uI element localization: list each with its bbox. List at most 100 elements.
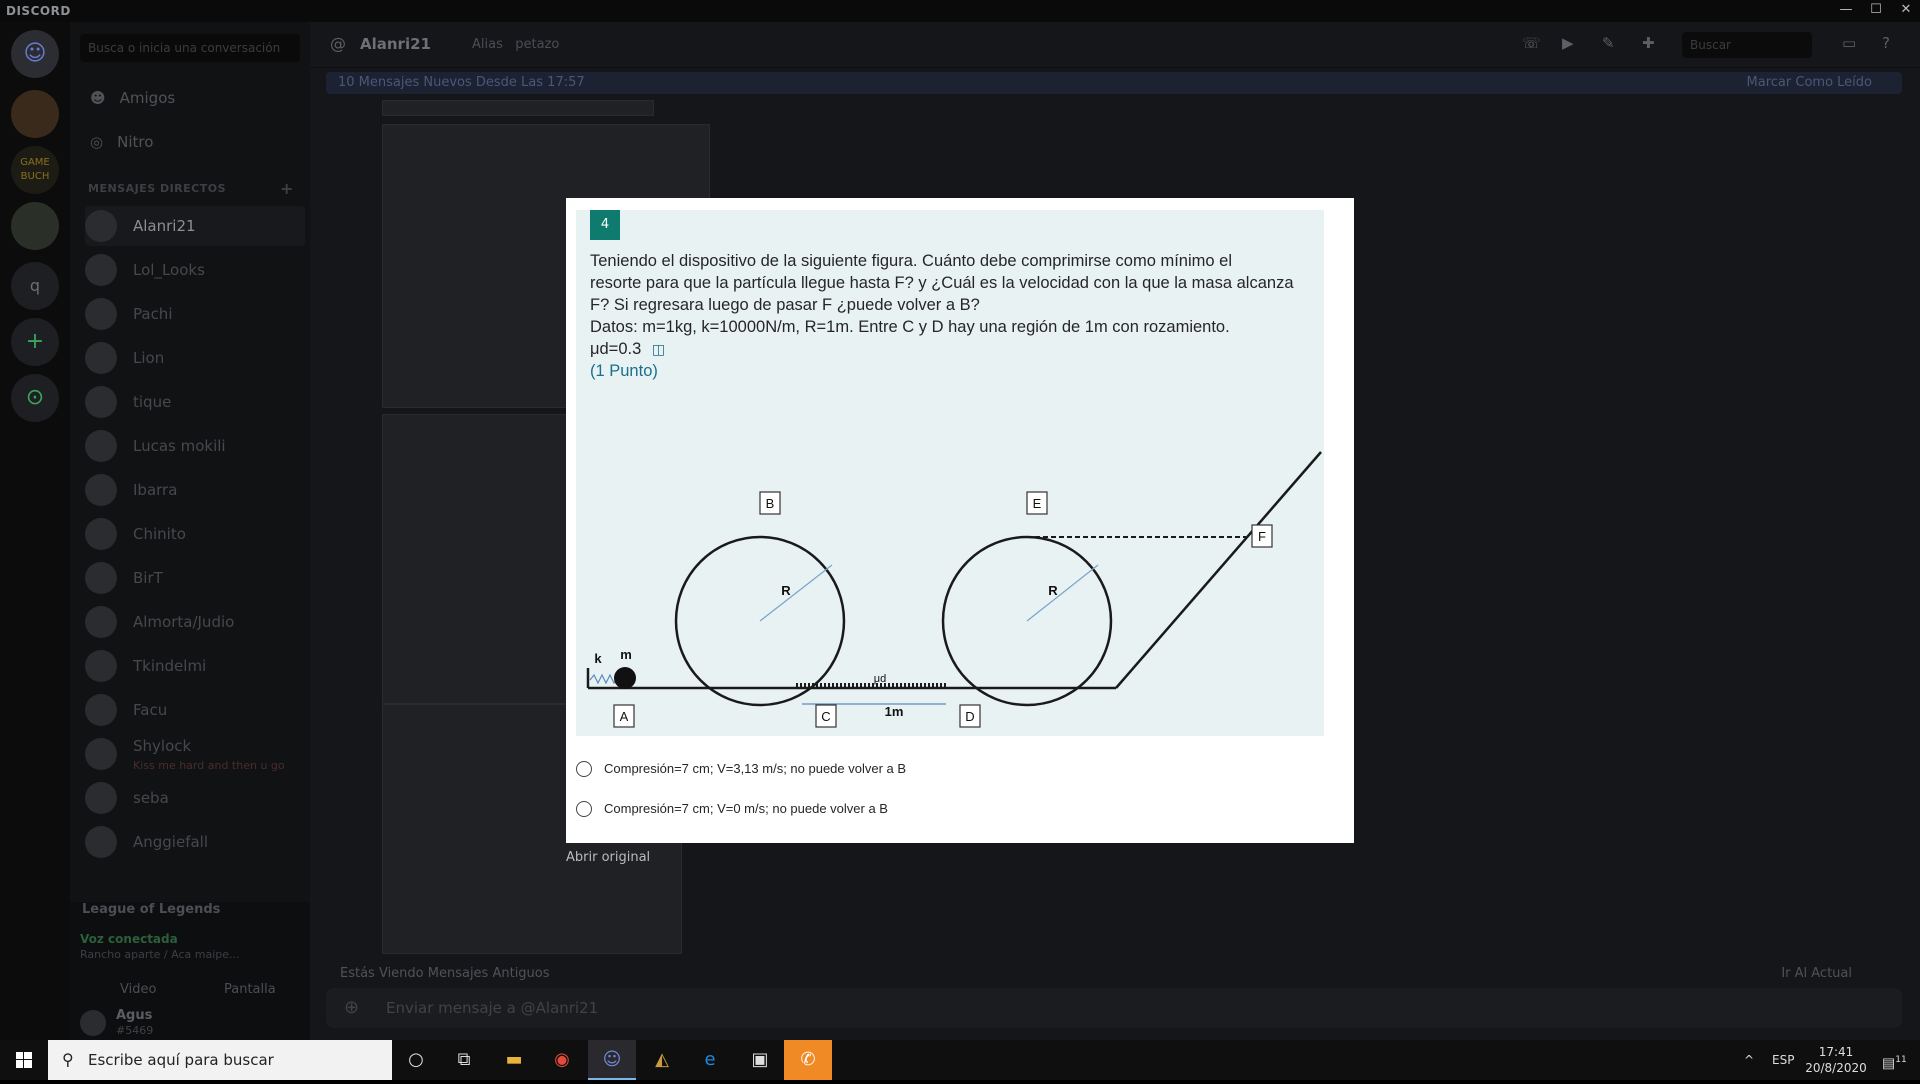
point-label-e: E (1033, 496, 1042, 511)
dm-item[interactable]: Almorta/Judio (85, 602, 305, 642)
home-discord-icon[interactable]: ☺ (11, 30, 59, 78)
avatar (85, 782, 117, 814)
task-view-icon[interactable]: ⧉ (440, 1040, 488, 1080)
friends-nav[interactable]: ☻ Amigos (90, 80, 175, 116)
mark-read-button[interactable]: Marcar Como Leído (1747, 72, 1872, 94)
dm-name: Tkindelmi (133, 657, 207, 675)
at-icon: @ (330, 34, 346, 53)
voice-channel[interactable]: Rancho aparte / Aca maipe... (80, 948, 240, 961)
start-button[interactable] (0, 1040, 48, 1080)
clock-date: 20/8/2020 (1805, 1061, 1867, 1075)
video-call-icon[interactable]: ▶ (1562, 34, 1574, 52)
radius-label: R (781, 583, 791, 598)
alias-value: petazo (515, 37, 560, 52)
close-button[interactable]: ✕ (1891, 0, 1920, 22)
dm-item[interactable]: Shylock Kiss me hard and then u go (85, 734, 305, 774)
dm-sidebar: Busca o inicia una conversación ☻ Amigos … (70, 22, 310, 1040)
video-button[interactable]: Video (90, 976, 186, 1004)
dm-item[interactable]: Facu (85, 690, 305, 730)
clock-time: 17:41 (1818, 1045, 1854, 1059)
answer-option[interactable]: Compresión=7 cm; V=3,13 m/s; no puede vo… (576, 758, 906, 780)
game-activity[interactable]: League of Legends (82, 902, 220, 917)
point-label-f: F (1258, 529, 1266, 544)
dm-item[interactable]: BirT (85, 558, 305, 598)
call-icon[interactable]: ☏ (1522, 34, 1541, 52)
immersive-reader-icon[interactable]: ◫ (652, 341, 665, 357)
inbox-icon[interactable]: ▭ (1842, 34, 1856, 52)
dm-name: Chinito (133, 525, 186, 543)
whatsapp-icon[interactable]: ✆ (784, 1040, 832, 1080)
dm-item[interactable]: Ibarra (85, 470, 305, 510)
dm-item[interactable]: Lol_Looks (85, 250, 305, 290)
radio-button[interactable] (576, 801, 592, 817)
minimize-button[interactable]: — (1831, 0, 1861, 22)
server-game-buch-icon[interactable]: GAME BUCH (11, 146, 59, 194)
dm-name: Facu (133, 701, 168, 719)
discord-taskbar-icon[interactable]: ☺ (588, 1040, 636, 1080)
open-original-link[interactable]: Abrir original (566, 850, 650, 865)
dm-name: Ibarra (133, 481, 178, 499)
dm-custom-status: Kiss me hard and then u go (133, 759, 285, 772)
avatar (85, 518, 117, 550)
dm-item[interactable]: Pachi (85, 294, 305, 334)
add-server-icon[interactable]: + (11, 318, 59, 366)
avatar (85, 694, 117, 726)
mass-particle (614, 667, 636, 689)
dm-item[interactable]: Alanri21 (85, 206, 305, 246)
clock[interactable]: 17:41 20/8/2020 (1796, 1044, 1876, 1076)
taskbar-search-input[interactable]: ⚲ Escribe aquí para buscar (48, 1040, 392, 1080)
screen-share-button[interactable]: Pantalla (194, 976, 290, 1004)
dm-item[interactable]: Chinito (85, 514, 305, 554)
message-input[interactable]: ⊕ Enviar mensaje a @Alanri21 (326, 988, 1902, 1028)
cortana-icon[interactable]: ○ (392, 1040, 440, 1080)
avatar[interactable] (80, 1010, 106, 1036)
tray-expand-icon[interactable]: ^ (1744, 1040, 1754, 1080)
server-q-icon[interactable]: q (11, 262, 59, 310)
server-icon[interactable] (11, 202, 59, 250)
answer-label: Compresión=7 cm; V=3,13 m/s; no puede vo… (604, 761, 907, 776)
help-icon[interactable]: ? (1882, 34, 1890, 52)
server-icon[interactable] (11, 90, 59, 138)
language-indicator[interactable]: ESP (1772, 1040, 1794, 1080)
avatar (85, 474, 117, 506)
file-explorer-icon[interactable]: ▬ (490, 1040, 538, 1080)
point-label-d: D (965, 709, 974, 724)
nitro-nav[interactable]: ◎ Nitro (90, 124, 153, 160)
dm-name: Pachi (133, 305, 173, 323)
pin-icon[interactable]: ✎ (1602, 34, 1615, 52)
dm-item[interactable]: tique (85, 382, 305, 422)
dm-item[interactable]: Anggiefall (85, 822, 305, 862)
dm-item[interactable]: Tkindelmi (85, 646, 305, 686)
store-icon[interactable]: ▣ (736, 1040, 784, 1080)
message-image[interactable] (382, 100, 654, 116)
explore-servers-icon[interactable]: ⊙ (11, 374, 59, 422)
chrome-icon[interactable]: ◉ (538, 1040, 586, 1080)
avatar (85, 606, 117, 638)
dm-search-input[interactable]: Busca o inicia una conversación (80, 34, 300, 62)
point-label-b: B (766, 496, 775, 511)
chat-header: @ Alanri21 Alias petazo ☏ ▶ ✎ ✚ Buscar ▭… (310, 22, 1920, 68)
app-brand: DISCORD (6, 4, 71, 18)
avatar (85, 650, 117, 682)
radius-label: R (1048, 583, 1058, 598)
user-tag: #5469 (116, 1024, 154, 1037)
dm-item[interactable]: Lion (85, 338, 305, 378)
add-attachment-icon[interactable]: ⊕ (344, 988, 359, 1028)
add-friend-icon[interactable]: ✚ (1642, 34, 1655, 52)
add-dm-icon[interactable]: + (280, 179, 294, 198)
channel-name: Alanri21 (360, 35, 431, 53)
maximize-button[interactable]: ☐ (1861, 0, 1891, 22)
league-icon[interactable]: ◭ (638, 1040, 686, 1080)
dm-item[interactable]: seba (85, 778, 305, 818)
notifications-icon[interactable]: ▤11 (1882, 1040, 1907, 1080)
dm-name: BirT (133, 569, 163, 587)
jump-present-button[interactable]: Ir Al Actual (1781, 962, 1852, 986)
edge-icon[interactable]: e (686, 1040, 734, 1080)
avatar (85, 210, 117, 242)
chat-search-input[interactable]: Buscar (1682, 32, 1812, 58)
dm-item[interactable]: Lucas mokili (85, 426, 305, 466)
new-messages-bar[interactable]: 10 Mensajes Nuevos Desde Las 17:57 Marca… (326, 72, 1902, 94)
taskbar: ⚲ Escribe aquí para buscar ○ ⧉ ▬ ◉ ☺ ◭ e… (0, 1040, 1920, 1080)
radio-button[interactable] (576, 761, 592, 777)
answer-option[interactable]: Compresión=7 cm; V=0 m/s; no puede volve… (576, 798, 888, 820)
